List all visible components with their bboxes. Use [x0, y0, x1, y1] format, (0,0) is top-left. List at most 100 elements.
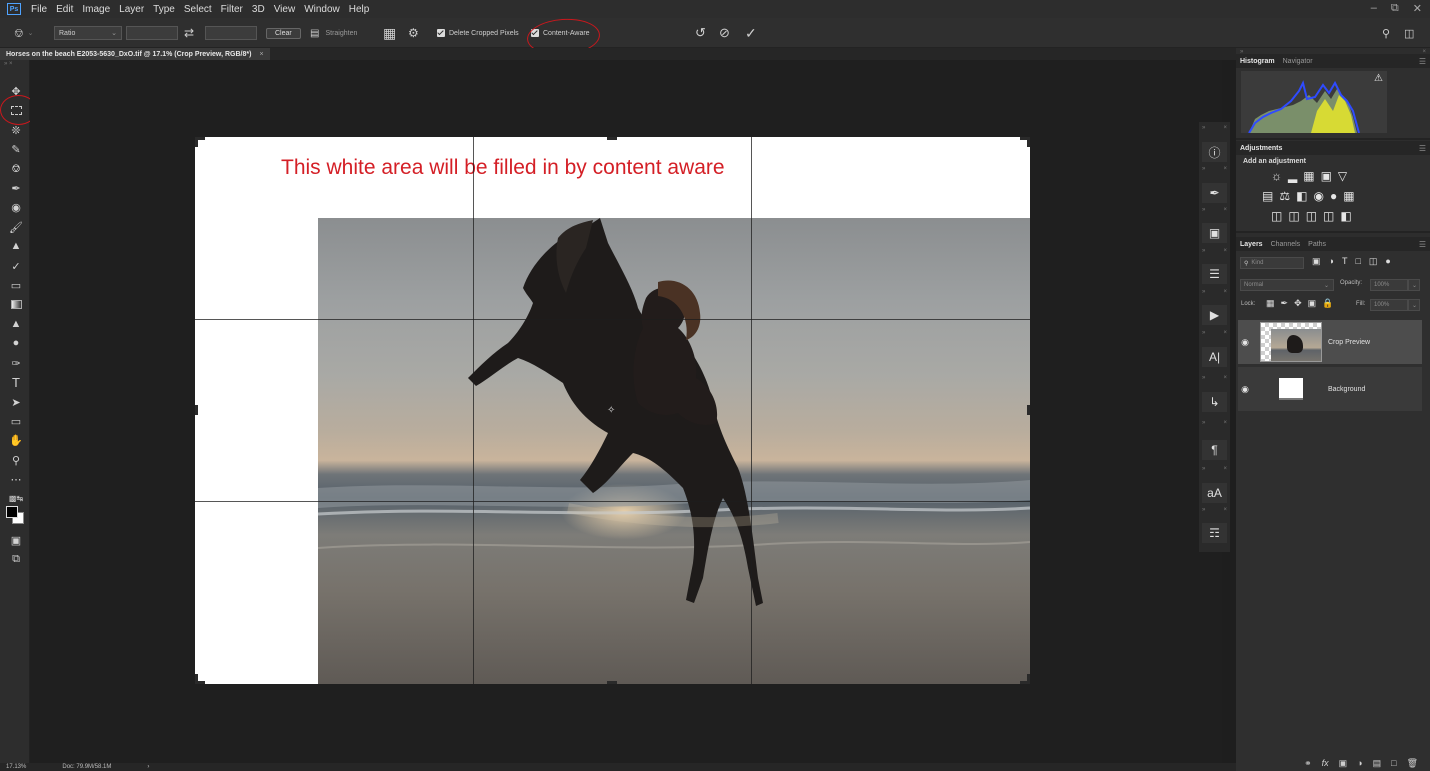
tab-navigator[interactable]: Navigator [1283, 58, 1313, 65]
kind-filter-dropdown[interactable]: ⚲ Kind [1240, 257, 1304, 269]
curves-icon[interactable]: ▦ [1303, 169, 1314, 183]
opacity-field[interactable]: 100% [1370, 279, 1408, 291]
new-group-icon[interactable]: ▤ [1373, 758, 1382, 769]
width-field[interactable] [126, 26, 178, 40]
foreground-color-swatch[interactable] [6, 506, 18, 518]
status-menu-arrow-icon[interactable]: › [147, 764, 149, 770]
layer-comps-icon[interactable]: ☶ [1202, 523, 1227, 543]
zoom-tool-icon[interactable]: ⚲ [8, 452, 24, 468]
menu-3d[interactable]: 3D [252, 4, 265, 15]
minimize-icon[interactable]: – [1371, 2, 1377, 15]
screen-mode-icon[interactable]: ⧉ [8, 551, 24, 567]
overlay-grid-icon[interactable]: ▦ [383, 25, 396, 41]
exposure-icon[interactable]: ▣ [1321, 169, 1332, 183]
path-selection-tool-icon[interactable]: ➤ [8, 394, 24, 410]
threshold-icon[interactable]: ◫ [1306, 209, 1317, 223]
delete-layer-icon[interactable]: 🗑 [1407, 758, 1418, 769]
menu-image[interactable]: Image [82, 4, 110, 15]
canvas-area[interactable]: This white area will be filled in by con… [30, 60, 1222, 763]
panel-menu-icon[interactable]: ☰ [1419, 57, 1426, 66]
menu-layer[interactable]: Layer [119, 4, 144, 15]
new-layer-icon[interactable]: □ [1391, 758, 1396, 768]
brush-tool-icon[interactable]: 🖌 [8, 219, 24, 235]
channel-mixer-icon[interactable]: ● [1330, 189, 1337, 203]
close-icon[interactable]: ✕ [1413, 2, 1422, 15]
lock-position-icon[interactable]: ✥ [1294, 298, 1302, 309]
character-icon[interactable]: A| [1202, 347, 1227, 367]
brush-settings-icon[interactable]: ✒ [1202, 183, 1227, 203]
crop-edge-handle[interactable] [607, 137, 617, 140]
type-tool-icon[interactable]: T [8, 374, 24, 390]
menu-select[interactable]: Select [184, 4, 212, 15]
new-adjustment-layer-icon[interactable]: ◑ [1357, 758, 1362, 768]
vibrance-icon[interactable]: ▤ [1262, 189, 1273, 203]
collapse-panel-icon[interactable]: » × [4, 61, 13, 67]
visibility-eye-icon[interactable]: ◉ [1238, 384, 1252, 395]
visibility-eye-icon[interactable]: ◉ [1238, 337, 1252, 348]
restore-icon[interactable]: ⧉ [1391, 2, 1399, 15]
layer-row-background[interactable]: ◉ Background [1238, 367, 1422, 411]
type-filter-icon[interactable]: T [1342, 256, 1348, 267]
reset-icon[interactable]: ↺ [695, 25, 706, 41]
gradient-map-icon[interactable]: ▽ [1338, 169, 1347, 183]
healing-brush-tool-icon[interactable]: ◉ [8, 199, 24, 215]
crop-frame[interactable]: This white area will be filled in by con… [195, 137, 1030, 684]
menu-filter[interactable]: Filter [221, 4, 243, 15]
shape-filter-icon[interactable]: □ [1355, 256, 1360, 267]
fill-dropdown-icon[interactable]: ⌄ [1408, 299, 1420, 311]
delete-cropped-pixels-checkbox[interactable]: Delete Cropped Pixels [437, 25, 519, 41]
menu-type[interactable]: Type [153, 4, 175, 15]
ratio-dropdown[interactable]: Ratio ⌄ [54, 26, 122, 40]
posterize-icon[interactable]: ◫ [1288, 209, 1299, 223]
quick-mask-icon[interactable]: ▣ [8, 532, 24, 548]
fx-icon[interactable]: fx [1322, 758, 1329, 768]
link-layers-icon[interactable]: ⚭ [1304, 758, 1312, 769]
blur-tool-icon[interactable]: ▲ [8, 316, 24, 332]
gradient-fill-icon[interactable]: ◧ [1340, 209, 1351, 223]
crop-corner-handle[interactable] [195, 674, 205, 684]
glyphs-icon[interactable]: aA [1202, 483, 1227, 503]
opacity-dropdown-icon[interactable]: ⌄ [1408, 279, 1420, 291]
more-tools-icon[interactable]: ⋯ [8, 471, 24, 487]
photo-filter-icon[interactable]: ◉ [1313, 189, 1323, 203]
color-lookup-icon[interactable]: ▦ [1343, 189, 1354, 203]
commit-check-icon[interactable]: ✓ [745, 25, 757, 41]
crop-tool-icon[interactable]: ⎊ [8, 161, 24, 177]
filter-toggle-icon[interactable]: ● [1385, 256, 1390, 267]
menu-help[interactable]: Help [349, 4, 370, 15]
pixel-filter-icon[interactable]: ▣ [1312, 256, 1321, 267]
layer-row-crop-preview[interactable]: ◉ Crop Preview [1238, 320, 1422, 364]
lock-all-icon[interactable]: 🔒 [1322, 298, 1333, 309]
settings-gear-icon[interactable]: ⚙ [408, 25, 419, 41]
warning-icon[interactable]: ⚠ [1374, 73, 1383, 84]
history-icon[interactable]: ↳ [1202, 392, 1227, 412]
gradient-tool-icon[interactable] [8, 296, 24, 312]
shape-tool-icon[interactable]: ▭ [8, 413, 24, 429]
zoom-level[interactable]: 17.13% [6, 764, 26, 770]
lock-artboard-icon[interactable]: ▣ [1308, 298, 1317, 309]
dodge-tool-icon[interactable]: ● [8, 335, 24, 351]
cancel-icon[interactable]: ⊘ [719, 25, 730, 41]
smart-object-filter-icon[interactable]: ◫ [1369, 256, 1378, 267]
eyedropper-tool-icon[interactable]: ✒ [8, 180, 24, 196]
menu-edit[interactable]: Edit [56, 4, 73, 15]
search-icon[interactable]: ⚲ [1382, 25, 1390, 41]
clone-source-icon[interactable]: ▣ [1202, 223, 1227, 243]
lock-transparent-icon[interactable]: ▦ [1266, 298, 1275, 309]
adjustment-filter-icon[interactable]: ◑ [1329, 256, 1334, 267]
history-brush-tool-icon[interactable]: ✓ [8, 258, 24, 274]
swap-icon[interactable]: ⇄ [184, 25, 194, 41]
pen-tool-icon[interactable]: ✑ [8, 355, 24, 371]
crop-tool-preset-icon[interactable]: ⎊ ⌄ [14, 25, 33, 41]
add-mask-icon[interactable]: ▣ [1339, 758, 1348, 769]
straighten-button[interactable]: ▤ Straighten [310, 25, 357, 41]
clone-stamp-tool-icon[interactable]: ▲ [8, 238, 24, 254]
paragraph-icon[interactable]: ¶ [1202, 440, 1227, 460]
fill-field[interactable]: 100% [1370, 299, 1408, 311]
eraser-tool-icon[interactable]: ▭ [8, 277, 24, 293]
swap-colors-icon[interactable]: ▩↹ [8, 490, 24, 506]
crop-edge-handle[interactable] [1027, 405, 1030, 415]
info-icon[interactable]: ⓘ [1202, 142, 1227, 162]
tab-paths[interactable]: Paths [1308, 241, 1326, 248]
menu-view[interactable]: View [274, 4, 296, 15]
